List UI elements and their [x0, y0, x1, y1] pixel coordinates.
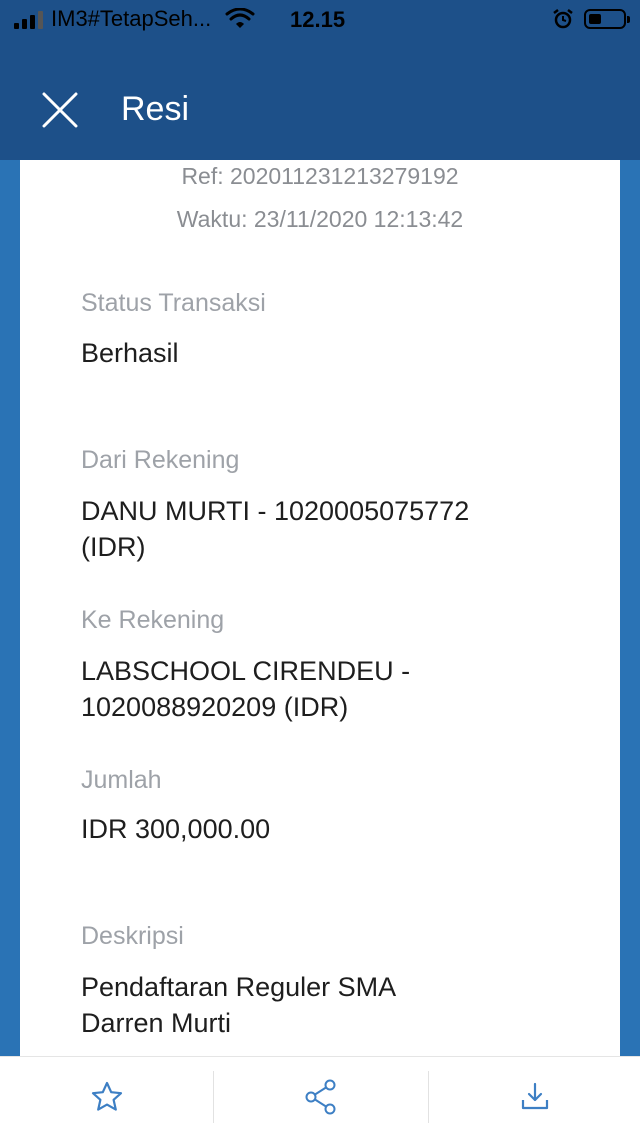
description-label: Deskripsi	[81, 922, 184, 950]
status-value: Berhasil	[81, 338, 179, 368]
status-time: 12.15	[290, 7, 346, 32]
amount-value: IDR 300,000.00	[81, 814, 271, 844]
description-value: Pendaftaran Reguler SMA Darren Murti	[81, 969, 561, 1041]
from-account-line-2: (IDR)	[81, 532, 146, 562]
download-icon	[521, 1082, 548, 1110]
bottom-toolbar	[0, 1056, 640, 1137]
alarm-icon	[553, 9, 573, 29]
close-icon	[42, 92, 78, 128]
page-title: Resi	[121, 90, 190, 128]
signal-icon	[14, 9, 43, 29]
star-icon	[91, 1081, 122, 1111]
side-panel-right	[620, 160, 640, 1056]
description-line-1: Pendaftaran Reguler SMA	[81, 972, 397, 1002]
status-right	[552, 8, 630, 30]
to-account-line-2: 1020088920209 (IDR)	[81, 692, 349, 722]
close-button[interactable]	[40, 90, 80, 130]
description-line-2: Darren Murti	[81, 1008, 232, 1038]
share-icon	[305, 1079, 335, 1115]
from-account-value: DANU MURTI - 1020005075772 (IDR)	[81, 493, 561, 565]
from-account-line-1: DANU MURTI - 1020005075772	[81, 496, 470, 526]
side-panel-left	[0, 160, 20, 1056]
receipt-card[interactable]: Ref: 202011231213279192 Waktu: 23/11/202…	[20, 160, 620, 1056]
to-account-value: LABSCHOOL CIRENDEU - 1020088920209 (IDR)	[81, 653, 561, 725]
status-label: Status Transaksi	[81, 289, 266, 317]
download-button[interactable]	[429, 1057, 640, 1137]
receipt-time: Waktu: 23/11/2020 12:13:42	[176, 206, 464, 232]
app-header: Resi	[0, 40, 640, 160]
status-bar: IM3#TetapSeh... 12.15	[0, 0, 640, 40]
favorite-button[interactable]	[0, 1057, 213, 1137]
to-account-label: Ke Rekening	[81, 606, 225, 634]
share-button[interactable]	[214, 1057, 427, 1137]
receipt-ref: Ref: 202011231213279192	[181, 163, 459, 189]
to-account-line-1: LABSCHOOL CIRENDEU -	[81, 656, 411, 686]
battery-icon	[584, 9, 630, 29]
from-account-label: Dari Rekening	[81, 446, 240, 474]
wifi-icon	[225, 8, 255, 28]
carrier-name: IM3#TetapSeh...	[51, 6, 212, 31]
status-left: IM3#TetapSeh...	[14, 6, 255, 32]
amount-label: Jumlah	[81, 766, 162, 794]
